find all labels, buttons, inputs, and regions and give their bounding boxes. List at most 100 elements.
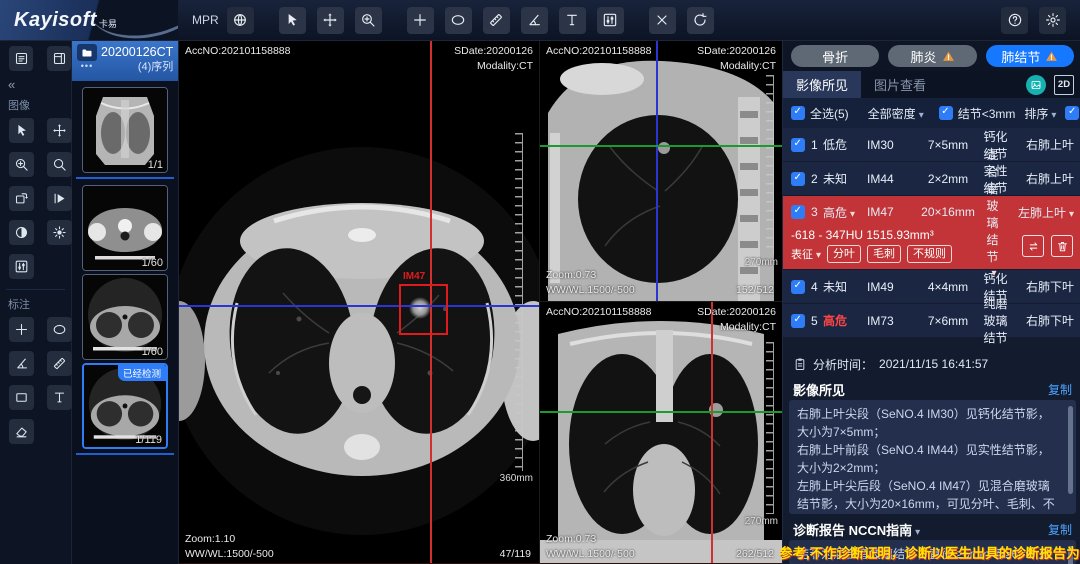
delete-nodule-button[interactable] bbox=[1051, 235, 1073, 257]
nodule-location-dropdown[interactable]: 左肺上叶 bbox=[1002, 204, 1074, 221]
coronal-crosshair-horizontal[interactable] bbox=[540, 411, 782, 413]
small-nodule-filter[interactable]: 结节<3mm bbox=[939, 105, 1016, 122]
findings-text-body[interactable]: 右肺上叶尖段（SeNO.4 IM30）见钙化结节影，大小为7×5mm； 右肺上叶… bbox=[789, 400, 1076, 514]
thumbnail-series-3[interactable]: 1/60 bbox=[82, 274, 168, 360]
crosshair-tool-button[interactable] bbox=[407, 7, 434, 34]
tab-pneumonia[interactable]: 肺炎 bbox=[888, 45, 976, 67]
crosshair-icon bbox=[14, 322, 29, 337]
detected-badge: 已经检测 bbox=[118, 365, 166, 381]
copy-report-button[interactable]: 复制 bbox=[1048, 521, 1072, 538]
nodule-row-1[interactable]: 1 低危 IM30 7×5mm 钙化结节 右肺上叶 bbox=[783, 128, 1080, 162]
tab-fracture[interactable]: 骨折 bbox=[791, 45, 879, 67]
coronal-viewport[interactable]: 270mm AccNO:202101158888 SDate:20200126 … bbox=[540, 302, 782, 564]
study-header[interactable]: ••• 20200126CT (4)序列 bbox=[72, 41, 178, 81]
locate-nodule-button[interactable] bbox=[1022, 235, 1044, 257]
reset-button[interactable] bbox=[687, 7, 714, 34]
subtab-findings[interactable]: 影像所见 bbox=[783, 71, 861, 98]
magnifier-icon bbox=[52, 157, 67, 172]
mpr-button[interactable] bbox=[227, 7, 254, 34]
thumbnail-series-2[interactable]: 1/60 bbox=[82, 185, 168, 271]
pan-tool-button[interactable] bbox=[317, 7, 344, 34]
findings-scrollbar[interactable] bbox=[1068, 406, 1073, 494]
rectangle-tool-button[interactable] bbox=[9, 385, 34, 410]
checkbox-checked[interactable] bbox=[939, 106, 953, 120]
thumbnail-scout[interactable]: 1/1 bbox=[82, 87, 168, 173]
checkbox-checked[interactable] bbox=[791, 172, 805, 186]
ruler-icon bbox=[488, 12, 504, 28]
top-toolbar: Kayisoft 卡易 MPR bbox=[0, 0, 1080, 41]
zoom-in-tool-button[interactable] bbox=[9, 152, 34, 177]
report-title-dropdown[interactable]: 诊断报告 NCCN指南 bbox=[793, 520, 920, 539]
sort-dropdown[interactable]: 排序 bbox=[1024, 105, 1056, 122]
window-level-tool-button[interactable] bbox=[597, 7, 624, 34]
subtab-image-view[interactable]: 图片查看 bbox=[861, 71, 939, 98]
window-level-tool-button[interactable] bbox=[9, 254, 34, 279]
zoom-in-tool-button[interactable] bbox=[355, 7, 382, 34]
nodule-type-dropdown[interactable]: 混合磨玻璃结节 bbox=[983, 146, 1002, 279]
select-all-filter[interactable]: 全选(5) bbox=[791, 105, 849, 122]
brightness-tool-button[interactable] bbox=[47, 220, 72, 245]
cursor-tool-button[interactable] bbox=[279, 7, 306, 34]
thumbnail-index: 1/60 bbox=[142, 346, 163, 358]
nodule-row-2[interactable]: 2 未知 IM44 2×2mm 实性结节 右肺上叶 bbox=[783, 162, 1080, 196]
folder-button[interactable] bbox=[77, 44, 97, 61]
feature-dropdown[interactable]: 表征 bbox=[791, 246, 821, 262]
clear-annotations-button[interactable] bbox=[649, 7, 676, 34]
nodule-detection-box[interactable] bbox=[399, 284, 448, 335]
nodule-row-4[interactable]: 4 未知 IM49 4×4mm 钙化结节 右肺下叶 bbox=[783, 270, 1080, 304]
magnify-tool-button[interactable] bbox=[47, 152, 72, 177]
rotate-tool-button[interactable] bbox=[9, 186, 34, 211]
ellipse-tool-button[interactable] bbox=[47, 317, 72, 342]
text-tool-button[interactable] bbox=[47, 385, 72, 410]
round-filter[interactable]: 取整 bbox=[1065, 105, 1080, 122]
sagittal-crosshair-horizontal[interactable] bbox=[540, 145, 782, 147]
coronal-crosshair-vertical[interactable] bbox=[711, 302, 713, 564]
thumbnail-series-4-selected[interactable]: 已经检测 1/119 bbox=[82, 363, 168, 449]
checkbox-checked[interactable] bbox=[1065, 106, 1079, 120]
angle-tool-button[interactable] bbox=[9, 351, 34, 376]
sagittal-viewport[interactable]: 270mm AccNO:202101158888 SDate:20200126 … bbox=[540, 41, 782, 302]
axial-viewport[interactable]: IM47 360mm AccNO:202101158888 SDate:2020… bbox=[179, 41, 540, 564]
nodule-row-3-selected[interactable]: 3 高危 IM47 20×16mm 混合磨玻璃结节 左肺上叶 -618 - 34… bbox=[783, 196, 1080, 270]
ruler-tool-button[interactable] bbox=[47, 351, 72, 376]
help-button[interactable] bbox=[1001, 7, 1028, 34]
nodule-number: 1 bbox=[811, 138, 818, 152]
coronal-accno: AccNO:202101158888 bbox=[546, 305, 651, 320]
gallery-button[interactable] bbox=[1026, 75, 1046, 95]
checkbox-checked[interactable] bbox=[791, 106, 805, 120]
tab-lung-nodule[interactable]: 肺结节 bbox=[986, 45, 1074, 67]
checkbox-checked[interactable] bbox=[791, 205, 805, 219]
nodule-location: 右肺下叶 bbox=[1008, 312, 1074, 329]
nodule-row-5[interactable]: 5 高危 IM73 7×6mm 纯磨玻璃结节 右肺下叶 bbox=[783, 304, 1080, 338]
sagittal-crosshair-vertical[interactable] bbox=[656, 41, 658, 301]
axial-slice-index: 47/119 bbox=[500, 547, 531, 562]
angle-tool-button[interactable] bbox=[521, 7, 548, 34]
ellipse-tool-button[interactable] bbox=[445, 7, 472, 34]
thumbnail-list: 1/1 1/60 1/60 已经检测 1/119 bbox=[72, 81, 178, 564]
2d-view-button[interactable]: 2D bbox=[1054, 75, 1074, 95]
checkbox-checked[interactable] bbox=[791, 314, 805, 328]
nodule-box-label: IM47 bbox=[403, 271, 425, 282]
density-dropdown[interactable]: 全部密度 bbox=[868, 105, 924, 122]
cine-play-button[interactable] bbox=[47, 186, 72, 211]
text-tool-button[interactable] bbox=[559, 7, 586, 34]
settings-button[interactable] bbox=[1039, 7, 1066, 34]
cursor-tool-button[interactable] bbox=[9, 118, 34, 143]
ruler-tool-button[interactable] bbox=[483, 7, 510, 34]
copy-findings-button[interactable]: 复制 bbox=[1048, 381, 1072, 398]
eraser-tool-button[interactable] bbox=[9, 419, 34, 444]
invert-tool-button[interactable] bbox=[9, 220, 34, 245]
series-list-button[interactable] bbox=[9, 46, 33, 71]
more-dots[interactable]: ••• bbox=[81, 61, 93, 71]
axial-crosshair-horizontal[interactable] bbox=[179, 305, 539, 307]
pan-tool-button[interactable] bbox=[47, 118, 72, 143]
checkbox-checked[interactable] bbox=[791, 280, 805, 294]
collapse-sidebar-button[interactable]: « bbox=[0, 77, 71, 94]
layout-button[interactable] bbox=[47, 46, 71, 71]
nodule-risk-dropdown[interactable]: 高危 bbox=[823, 204, 867, 221]
checkbox-checked[interactable] bbox=[791, 138, 805, 152]
findings-subtabs: 影像所见 图片查看 2D bbox=[783, 71, 1080, 98]
ai-module-tabs: 骨折 肺炎 肺结节 bbox=[783, 41, 1080, 71]
crosshair-tool-button[interactable] bbox=[9, 317, 34, 342]
small-nodule-label: 结节<3mm bbox=[958, 105, 1016, 122]
